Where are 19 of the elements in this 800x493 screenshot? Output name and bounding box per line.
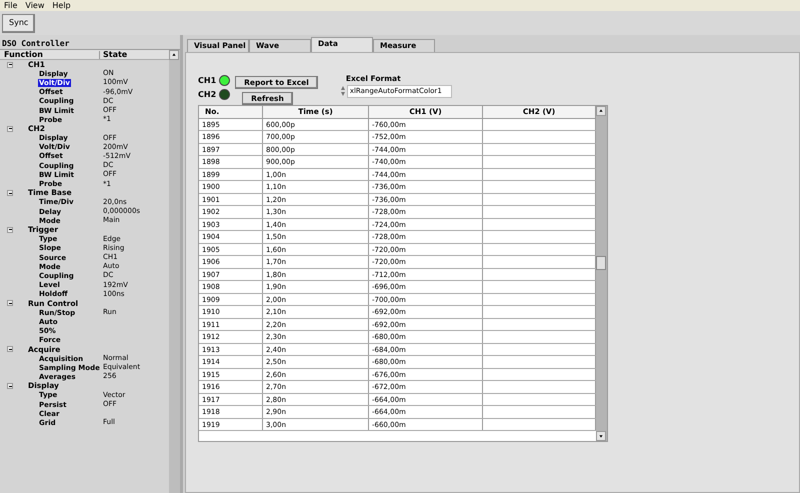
menu-item[interactable]: Help (52, 2, 71, 10)
collapse-toggle[interactable] (7, 226, 13, 233)
collapse-toggle[interactable] (7, 126, 13, 132)
menu-item[interactable]: File (4, 2, 18, 10)
collapse-toggle[interactable] (7, 346, 13, 352)
panel-title: DSO Controller (1, 38, 70, 49)
led-label: CH2 (198, 90, 216, 98)
column-header[interactable]: State (100, 50, 130, 58)
scroll-thumb[interactable] (596, 256, 606, 270)
led-label: CH1 (198, 76, 216, 84)
collapse-toggle[interactable] (7, 190, 13, 196)
collapse-toggle[interactable] (7, 300, 13, 306)
menu-item[interactable]: View (25, 2, 44, 10)
sync-button[interactable]: Sync (2, 14, 36, 32)
scrollbar[interactable] (596, 106, 607, 441)
collapse-toggle[interactable] (7, 62, 13, 68)
column-header[interactable]: Function (0, 50, 100, 58)
collapse-toggle[interactable] (7, 383, 13, 390)
scrollbar[interactable] (169, 50, 180, 493)
